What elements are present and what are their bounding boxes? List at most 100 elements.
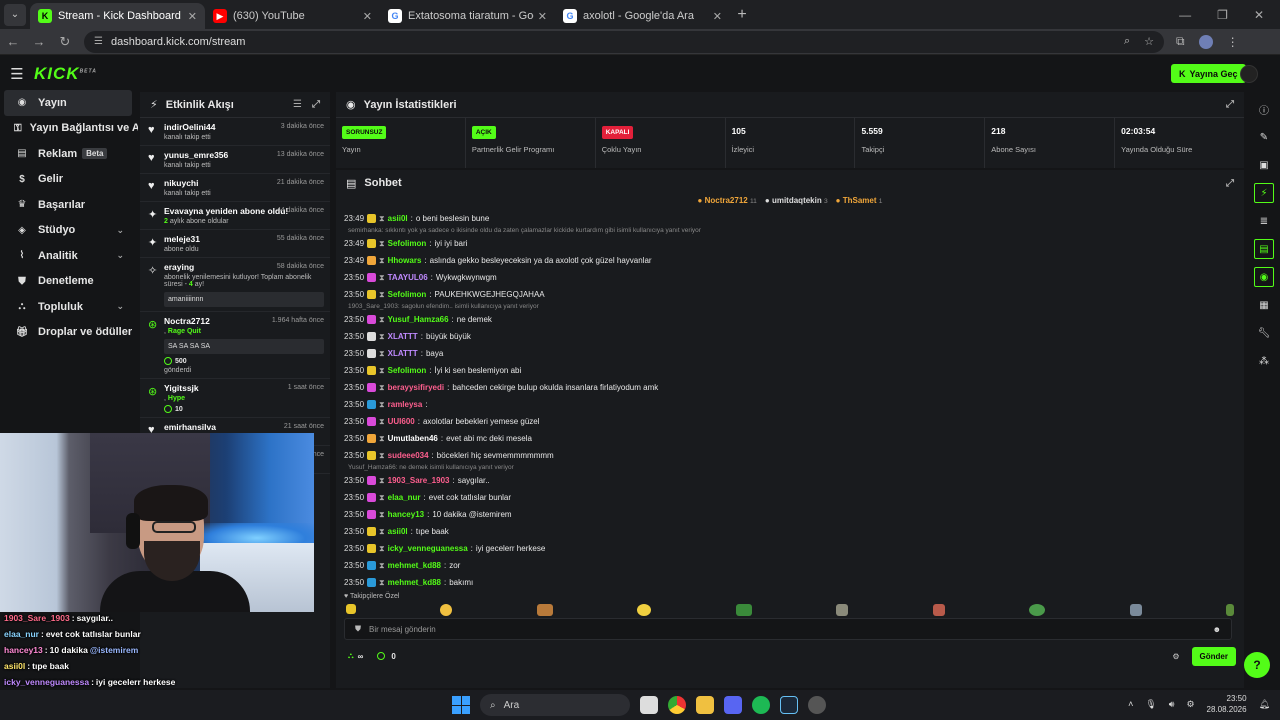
kick-logo[interactable]: KICKBETA bbox=[34, 64, 97, 84]
chat-username[interactable]: hancey13 bbox=[388, 510, 424, 519]
chat-icon[interactable]: ▤ bbox=[1254, 239, 1274, 259]
emote[interactable] bbox=[932, 604, 945, 616]
spotify-icon[interactable] bbox=[752, 696, 770, 714]
chat-username[interactable]: 1903_Sare_1903 bbox=[388, 476, 450, 485]
minimize-icon[interactable]: — bbox=[1179, 8, 1191, 22]
notification-icon[interactable]: 🔔︎ bbox=[1259, 699, 1270, 710]
chat-username[interactable]: mehmet_kd88 bbox=[388, 561, 441, 570]
new-tab-button[interactable]: + bbox=[730, 6, 754, 24]
chat-message[interactable]: 23:50 ⧗ sudeee034: böcekleri hiç sevmemmmmm… bbox=[344, 447, 1244, 464]
emote[interactable] bbox=[836, 604, 849, 616]
emote[interactable] bbox=[440, 604, 453, 616]
sidebar-item[interactable]: 🎁︎ Droplar ve ödüller bbox=[0, 320, 138, 346]
go-live-button[interactable]: K Yayına Geç bbox=[1171, 64, 1246, 83]
activity-item[interactable]: ✦ Evavayna yeniden abone oldu! 2 aylık abo… bbox=[140, 202, 330, 230]
extensions-icon[interactable]: ⧉ bbox=[1176, 34, 1185, 49]
sidebar-item[interactable]: $ Gelir bbox=[0, 167, 138, 193]
activity-item[interactable]: ♥ indirOelini44 kanalı takip etti 3 dakika … bbox=[140, 118, 330, 146]
chat-message[interactable]: 23:50 ⧗ XLATTT: büyük büyük bbox=[344, 328, 1244, 345]
chat-username[interactable]: berayysifiryedi bbox=[388, 383, 444, 392]
microphone-icon[interactable]: 🎙︎ bbox=[1145, 699, 1156, 710]
chat-username[interactable]: TAAYUL06 bbox=[388, 273, 428, 282]
windows-start-icon[interactable] bbox=[452, 696, 470, 714]
emote[interactable] bbox=[637, 604, 652, 616]
chat-username[interactable]: sudeee034 bbox=[388, 451, 429, 460]
activity-item[interactable]: ♥ yunus_emre356 kanalı takip etti 13 dakika… bbox=[140, 146, 330, 174]
chat-username[interactable]: Sefolimon bbox=[388, 290, 427, 299]
sidebar-item[interactable]: ⚿ Yayın Bağlantısı ve Anahtarı bbox=[0, 116, 138, 142]
close-icon[interactable]: ✕ bbox=[1254, 8, 1264, 22]
chat-message[interactable]: 23:50 ⧗ asii0l: tıpe baak bbox=[344, 523, 1244, 540]
chat-username[interactable]: Hhowars bbox=[388, 256, 422, 265]
chat-message[interactable]: 23:50 ⧗ icky_venneguanessa: iyi gecelerr he… bbox=[344, 540, 1244, 557]
chat-username[interactable]: Sefolimon bbox=[388, 366, 427, 375]
emote[interactable] bbox=[1029, 604, 1046, 616]
chat-message[interactable]: 23:50 ⧗ ramleysa: bbox=[344, 396, 1244, 413]
camera-icon[interactable]: ▣ bbox=[1254, 155, 1274, 175]
chat-username[interactable]: asii0l bbox=[388, 527, 408, 536]
info-icon[interactable]: ⓘ bbox=[1254, 99, 1274, 119]
chat-username[interactable]: ramleysa bbox=[388, 400, 423, 409]
sidebar-item[interactable]: ⛊ Denetleme bbox=[0, 269, 138, 295]
profile-avatar[interactable] bbox=[1198, 34, 1213, 49]
close-tab-icon[interactable]: ✕ bbox=[713, 10, 722, 23]
back-icon[interactable]: ← bbox=[0, 34, 26, 49]
user-avatar[interactable] bbox=[1240, 65, 1258, 83]
activity-item[interactable]: ✦ meleje31 abone oldu 55 dakika önce bbox=[140, 230, 330, 258]
zoom-icon[interactable]: ⌕ bbox=[1124, 35, 1130, 48]
browser-menu-icon[interactable]: ⋮ bbox=[1227, 35, 1239, 49]
chrome-icon[interactable] bbox=[668, 696, 686, 714]
chat-username[interactable]: icky_venneguanessa bbox=[388, 544, 468, 553]
top-gifter[interactable]: ● umitdaqtekin 3 bbox=[765, 196, 828, 210]
chat-message[interactable]: 23:50 ⧗ Sefolimon: PAUKEHKWGEJHEGQJAHAA bbox=[344, 286, 1244, 303]
activity-item[interactable]: ♥ nikuychi kanalı takip etti 21 dakika önce bbox=[140, 174, 330, 202]
forward-icon[interactable]: → bbox=[26, 34, 52, 49]
reload-icon[interactable]: ↻ bbox=[52, 34, 78, 50]
chat-username[interactable]: elaa_nur bbox=[388, 493, 421, 502]
chat-message[interactable]: 23:49 ⧗ Sefolimon: iyi iyi bari bbox=[344, 235, 1244, 252]
emote[interactable] bbox=[1225, 604, 1234, 616]
chat-message[interactable]: 23:50 ⧗ Umutlaben46: evet abi mc deki mesel… bbox=[344, 430, 1244, 447]
activity-item[interactable]: ⊛ Noctra2712, Rage Quit SA SA SA SA 500 gönd… bbox=[140, 312, 330, 379]
discord-icon[interactable] bbox=[724, 696, 742, 714]
chat-message[interactable]: 23:50 ⧗ mehmet_kd88: bakımı bbox=[344, 574, 1244, 591]
file-explorer-icon[interactable] bbox=[640, 696, 658, 714]
chat-message[interactable]: 23:50 ⧗ berayysifiryedi: bahceden cekirge b… bbox=[344, 379, 1244, 396]
chat-message[interactable]: 23:50 ⧗ TAAYUL06: Wykwgkwynwgm bbox=[344, 269, 1244, 286]
list-icon[interactable]: ≣ bbox=[1254, 211, 1274, 231]
target-icon[interactable]: ◉ bbox=[1254, 267, 1274, 287]
top-gifter[interactable]: ● ThSamet 1 bbox=[836, 196, 883, 210]
gear-icon[interactable]: ⚙ bbox=[1172, 652, 1179, 661]
emote[interactable] bbox=[1129, 604, 1142, 616]
chat-username[interactable]: XLATTT bbox=[388, 332, 418, 341]
chat-message[interactable]: 23:50 ⧗ XLATTT: baya bbox=[344, 345, 1244, 362]
top-gifter[interactable]: ● Noctra2712 11 bbox=[698, 196, 757, 210]
expand-icon[interactable]: ⤢ bbox=[1226, 178, 1234, 189]
close-tab-icon[interactable]: ✕ bbox=[538, 10, 547, 23]
browser-tab[interactable]: K Stream - Kick Dashboard ✕ bbox=[30, 3, 205, 29]
taskbar-search[interactable]: ⌕ Ara bbox=[480, 694, 630, 716]
chat-message[interactable]: 23:50 ⧗ Sefolimon: İyi ki sen beslemiyon ab… bbox=[344, 362, 1244, 379]
sidebar-item[interactable]: ⌇ Analitik ⌄ bbox=[0, 243, 138, 269]
tab-search-button[interactable]: ⌄ bbox=[4, 3, 26, 26]
apps-icon[interactable]: ⁂ bbox=[1254, 351, 1274, 371]
chat-message[interactable]: 23:49 ⧗ Hhowars: aslında gekko besleyeceksi… bbox=[344, 252, 1244, 269]
browser-tab[interactable]: ▶ (630) YouTube ✕ bbox=[205, 3, 380, 29]
site-info-icon[interactable]: ☰ bbox=[94, 36, 103, 47]
settings-icon[interactable]: ⚙ bbox=[1186, 699, 1194, 710]
chat-username[interactable]: UUI600 bbox=[388, 417, 415, 426]
chat-username[interactable]: asii0l bbox=[388, 214, 408, 223]
chat-message[interactable]: 23:50 ⧗ mehmet_kd88: zor bbox=[344, 557, 1244, 574]
chat-input[interactable]: ⛊ Bir mesaj gönderin ☻ bbox=[344, 618, 1232, 640]
clock[interactable]: 23:50 28.08.2026 bbox=[1207, 693, 1247, 715]
expand-icon[interactable]: ⤢ bbox=[1226, 99, 1234, 110]
expand-icon[interactable]: ⤢ bbox=[312, 99, 320, 110]
close-tab-icon[interactable]: ✕ bbox=[363, 10, 372, 23]
chevron-up-icon[interactable]: ˄ bbox=[1128, 699, 1133, 709]
close-tab-icon[interactable]: ✕ bbox=[188, 10, 197, 23]
maximize-icon[interactable]: ❐ bbox=[1217, 8, 1228, 22]
bolt-icon[interactable]: ⚡ bbox=[1254, 183, 1274, 203]
volume-icon[interactable]: 🔊︎ bbox=[1169, 699, 1175, 710]
support-button[interactable]: ? bbox=[1244, 652, 1270, 678]
edit-icon[interactable]: ✎ bbox=[1254, 127, 1274, 147]
